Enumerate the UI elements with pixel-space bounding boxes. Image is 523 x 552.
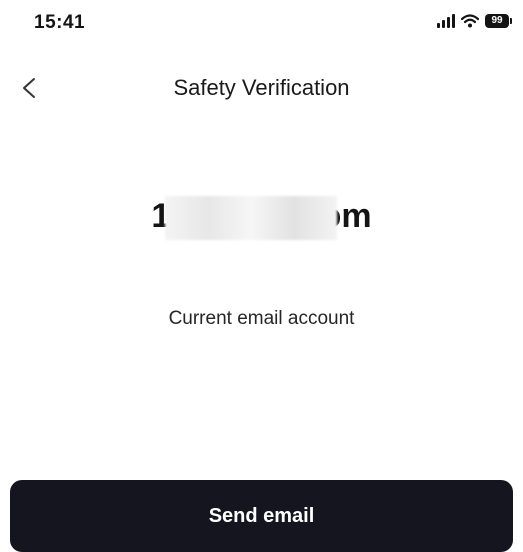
signal-icon <box>437 14 455 28</box>
page-title: Safety Verification <box>173 75 350 100</box>
status-bar: 15:41 99 <box>0 0 523 50</box>
status-icons: 99 <box>437 14 512 28</box>
redaction-mask <box>165 196 337 240</box>
send-email-button[interactable]: Send email <box>10 480 513 552</box>
battery-icon: 99 <box>485 14 512 28</box>
wifi-icon <box>461 14 479 28</box>
email-caption: Current email account <box>168 308 355 329</box>
status-time: 15:41 <box>34 12 86 33</box>
nav-bar: Safety Verification <box>0 64 523 112</box>
